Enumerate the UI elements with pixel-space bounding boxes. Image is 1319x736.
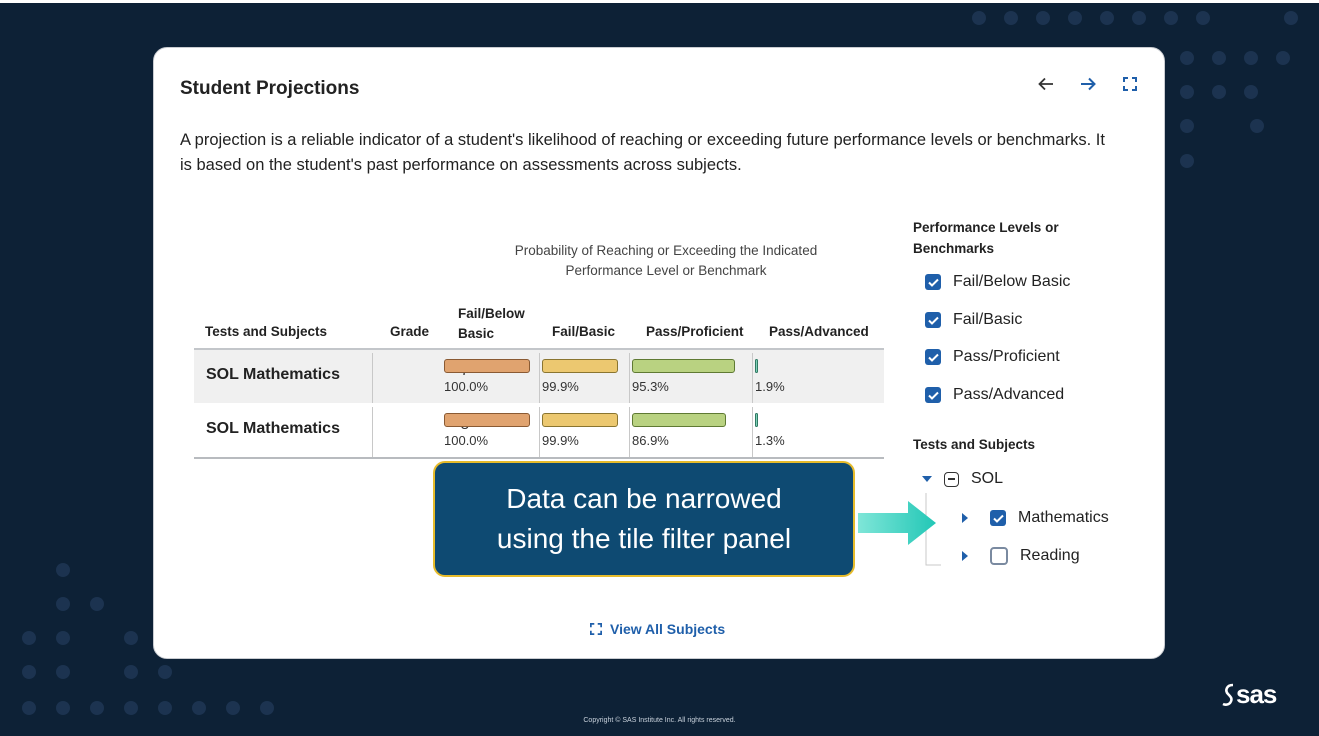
filter-fail-basic[interactable]: Fail/Basic: [925, 311, 1022, 329]
arrow-right-icon[interactable]: [1076, 72, 1100, 96]
tile-description: A projection is a reliable indicator of …: [180, 131, 1105, 174]
sas-swoosh-icon: [1222, 683, 1234, 706]
probability-label: 100.0%: [444, 379, 489, 394]
table-bottom-rule: [194, 457, 884, 459]
caret-right-icon[interactable]: [962, 513, 968, 523]
view-all-subjects-button[interactable]: View All Subjects: [590, 621, 725, 637]
probability-bar: [542, 359, 618, 373]
checkbox-checked-icon: [925, 274, 941, 290]
header-pass-proficient: Pass/Proficient: [646, 324, 744, 339]
callout-box: Data can be narrowed using the tile filt…: [433, 461, 855, 577]
checkbox-checked-icon[interactable]: [990, 510, 1006, 526]
row-subject: SOL Mathematics: [206, 366, 340, 383]
probability-bar: [632, 413, 726, 427]
probability-label: 99.9%: [542, 433, 579, 448]
slide-top-border: [0, 0, 1319, 3]
view-all-label: View All Subjects: [610, 621, 726, 637]
probability-bar: [755, 359, 758, 373]
probability-label: 1.9%: [755, 379, 785, 394]
probability-bar: [542, 413, 618, 427]
tree-node-sol[interactable]: SOL: [922, 470, 1003, 488]
tile-title: Student Projections: [180, 78, 360, 99]
filter-pass-proficient[interactable]: Pass/Proficient: [925, 348, 1060, 366]
header-pass-advanced: Pass/Advanced: [769, 324, 869, 339]
probability-caption: Probability of Reaching or Exceeding the…: [514, 243, 818, 278]
filter-pass-advanced[interactable]: Pass/Advanced: [925, 386, 1064, 404]
header-grade: Grade: [390, 324, 430, 339]
probability-label: 99.9%: [542, 379, 579, 394]
header-fail-basic: Fail/Basic: [552, 324, 616, 339]
checkbox-checked-icon: [925, 312, 941, 328]
expand-icon[interactable]: [1118, 72, 1142, 96]
header-fail-below-basic: Fail/Below Basic: [458, 306, 525, 341]
table-row[interactable]: SOL Mathematics 7 100.0%99.9%95.3%1.9%: [194, 350, 884, 403]
checkbox-checked-icon: [925, 349, 941, 365]
probability-bar: [444, 413, 530, 427]
filter-fail-below-basic[interactable]: Fail/Below Basic: [925, 273, 1070, 291]
arrow-left-icon[interactable]: [1034, 72, 1058, 96]
probability-bar: [444, 359, 530, 373]
copyright-text: Copyright © SAS Institute Inc. All right…: [583, 717, 736, 724]
expand-icon: [590, 623, 602, 635]
table-row[interactable]: SOL Mathematics 8 100.0%99.9%86.9%1.3%: [194, 404, 884, 457]
caret-right-icon[interactable]: [962, 551, 968, 561]
caret-down-icon[interactable]: [922, 476, 932, 482]
checkbox-checked-icon: [925, 387, 941, 403]
header-tests-and-subjects: Tests and Subjects: [205, 324, 328, 339]
probability-label: 100.0%: [444, 433, 489, 448]
probability-bar: [632, 359, 735, 373]
probability-label: 95.3%: [632, 379, 669, 394]
probability-bar: [755, 413, 758, 427]
checkbox-unchecked-icon[interactable]: [990, 547, 1008, 565]
minus-box-icon[interactable]: [944, 471, 959, 487]
probability-label: 1.3%: [755, 433, 785, 448]
callout-arrow: [858, 501, 936, 545]
probability-label: 86.9%: [632, 433, 669, 448]
tree-node-mathematics[interactable]: Mathematics: [962, 509, 1109, 527]
tree-node-reading[interactable]: Reading: [962, 547, 1080, 565]
row-subject: SOL Mathematics: [206, 420, 340, 437]
tests-subjects-heading: Tests and Subjects: [913, 437, 1036, 452]
tile-header-actions: [1034, 72, 1142, 96]
levels-heading: Performance Levels or Benchmarks: [913, 220, 1059, 256]
sas-logo: sas: [1222, 679, 1277, 710]
